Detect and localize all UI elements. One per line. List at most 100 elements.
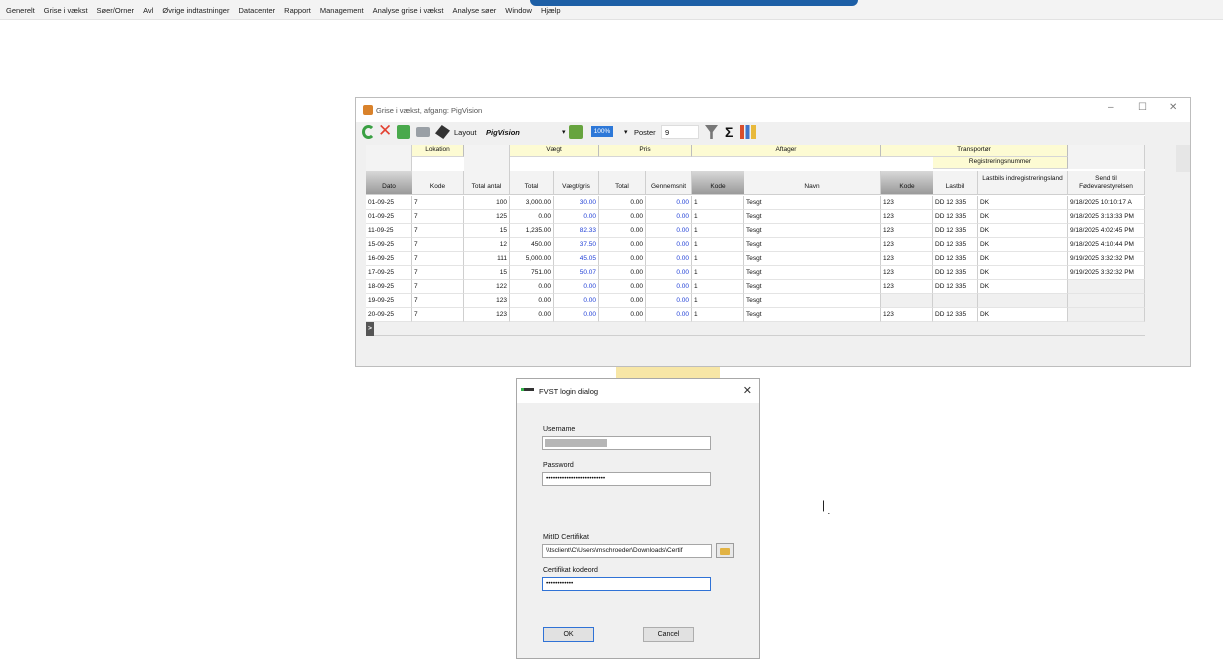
table-cell[interactable]: Tesgt	[744, 308, 881, 322]
column-header-vaegt-gris[interactable]: Vægt/gris	[554, 171, 599, 195]
table-cell[interactable]: 1	[692, 280, 744, 294]
row-date-cell[interactable]: 01-09-25	[366, 196, 412, 210]
certificate-path-field[interactable]: \\tsclient\C\Users\mschroeder\Downloads\…	[542, 544, 712, 558]
table-cell[interactable]: 123	[881, 238, 933, 252]
table-cell[interactable]: 7	[412, 266, 464, 280]
table-cell[interactable]: 15	[464, 224, 510, 238]
table-cell[interactable]: 0.00	[510, 294, 554, 308]
table-cell[interactable]: 0.00	[510, 280, 554, 294]
table-cell[interactable]: 9/19/2025 3:32:32 PM	[1068, 266, 1145, 280]
table-cell[interactable]: 9/18/2025 3:13:33 PM	[1068, 210, 1145, 224]
table-cell[interactable]: 0.00	[599, 224, 646, 238]
table-cell[interactable]: 123	[881, 196, 933, 210]
table-cell[interactable]: Tesgt	[744, 238, 881, 252]
row-date-cell[interactable]: 17-09-25	[366, 266, 412, 280]
table-cell[interactable]: 7	[412, 210, 464, 224]
column-header-navn[interactable]: Navn	[744, 171, 881, 195]
cancel-button[interactable]: Cancel	[643, 627, 694, 642]
table-cell[interactable]	[1068, 308, 1145, 322]
table-cell[interactable]: Tesgt	[744, 210, 881, 224]
new-row[interactable]	[374, 322, 1145, 336]
table-cell[interactable]: DK	[978, 238, 1068, 252]
column-header-send-til[interactable]: Send til Fødevarestyrelsen	[1068, 171, 1145, 195]
download-icon[interactable]	[397, 125, 410, 139]
table-cell[interactable]: 1	[692, 196, 744, 210]
minimize-button[interactable]: –	[1108, 102, 1114, 113]
row-date-cell[interactable]: 20-09-25	[366, 308, 412, 322]
table-cell[interactable]: 123	[464, 308, 510, 322]
table-cell[interactable]: DK	[978, 210, 1068, 224]
column-header-pris-total[interactable]: Total	[599, 171, 646, 195]
table-cell[interactable]: 123	[881, 266, 933, 280]
table-cell[interactable]: 0.00	[554, 280, 599, 294]
table-cell[interactable]: 1	[692, 238, 744, 252]
table-cell[interactable]: 0.00	[599, 280, 646, 294]
table-cell[interactable]: Tesgt	[744, 224, 881, 238]
row-date-cell[interactable]: 18-09-25	[366, 280, 412, 294]
table-cell[interactable]: Tesgt	[744, 280, 881, 294]
column-header-aftager-kode[interactable]: Kode	[692, 171, 744, 195]
table-cell[interactable]: 7	[412, 238, 464, 252]
table-cell[interactable]: 5,000.00	[510, 252, 554, 266]
table-cell[interactable]	[978, 294, 1068, 308]
table-cell[interactable]: 0.00	[599, 266, 646, 280]
row-date-cell[interactable]: 15-09-25	[366, 238, 412, 252]
layout-dropdown-arrow[interactable]: ▾	[562, 128, 566, 136]
table-cell[interactable]: 3,000.00	[510, 196, 554, 210]
ok-button[interactable]: OK	[543, 627, 594, 642]
table-cell[interactable]: 0.00	[599, 252, 646, 266]
table-cell[interactable]: 0.00	[646, 196, 692, 210]
table-cell[interactable]: 7	[412, 252, 464, 266]
column-header-dato[interactable]: Dato	[366, 171, 412, 195]
table-cell[interactable]: DD 12 335	[933, 224, 978, 238]
column-header-kode[interactable]: Kode	[412, 171, 464, 195]
table-cell[interactable]: 0.00	[554, 210, 599, 224]
dialog-close-button[interactable]: ✕	[743, 384, 752, 397]
table-cell[interactable]: 1	[692, 266, 744, 280]
table-cell[interactable]: 0.00	[646, 294, 692, 308]
table-cell[interactable]: 123	[881, 210, 933, 224]
table-cell[interactable]: DD 12 335	[933, 280, 978, 294]
column-header-lastbils-land[interactable]: Lastbils indregistreringsland	[978, 171, 1068, 195]
table-cell[interactable]: 450.00	[510, 238, 554, 252]
column-header-gennemsnit[interactable]: Gennemsnit	[646, 171, 692, 195]
layout-select[interactable]: PigVision	[486, 128, 520, 137]
zoom-select[interactable]: 100%	[591, 126, 613, 137]
chart-icon[interactable]	[740, 125, 756, 139]
table-cell[interactable]: 7	[412, 280, 464, 294]
menu-item[interactable]: Rapport	[284, 6, 311, 15]
table-cell[interactable]: 0.00	[599, 308, 646, 322]
filter-icon[interactable]	[705, 125, 718, 139]
row-date-cell[interactable]: 19-09-25	[366, 294, 412, 308]
table-cell[interactable]: 1,235.00	[510, 224, 554, 238]
row-date-cell[interactable]: 16-09-25	[366, 252, 412, 266]
menu-item[interactable]: Analyse søer	[453, 6, 497, 15]
table-cell[interactable]	[1068, 294, 1145, 308]
table-cell[interactable]: DK	[978, 266, 1068, 280]
table-cell[interactable]: Tesgt	[744, 252, 881, 266]
table-cell[interactable]: 123	[881, 280, 933, 294]
column-header-vaegt-total[interactable]: Total	[510, 171, 554, 195]
table-cell[interactable]: 123	[464, 294, 510, 308]
delete-icon[interactable]: ✕	[378, 122, 392, 140]
table-cell[interactable]: 1	[692, 224, 744, 238]
sum-icon[interactable]: Σ	[725, 124, 733, 140]
table-cell[interactable]: 123	[881, 308, 933, 322]
table-cell[interactable]	[933, 294, 978, 308]
menu-item[interactable]: Generelt	[6, 6, 35, 15]
table-cell[interactable]: 1	[692, 210, 744, 224]
table-cell[interactable]: 0.00	[554, 308, 599, 322]
table-cell[interactable]: 100	[464, 196, 510, 210]
menu-item[interactable]: Grise i vækst	[44, 6, 88, 15]
table-cell[interactable]: 123	[881, 252, 933, 266]
menu-item[interactable]: Management	[320, 6, 364, 15]
table-cell[interactable]: 751.00	[510, 266, 554, 280]
table-cell[interactable]: DK	[978, 224, 1068, 238]
table-cell[interactable]: 15	[464, 266, 510, 280]
menu-item[interactable]: Analyse grise i vækst	[373, 6, 444, 15]
table-cell[interactable]: 45.05	[554, 252, 599, 266]
browse-button[interactable]	[716, 543, 734, 558]
table-cell[interactable]: DD 12 335	[933, 196, 978, 210]
menu-item[interactable]: Avl	[143, 6, 153, 15]
column-header-lastbil[interactable]: Lastbil	[933, 171, 978, 195]
